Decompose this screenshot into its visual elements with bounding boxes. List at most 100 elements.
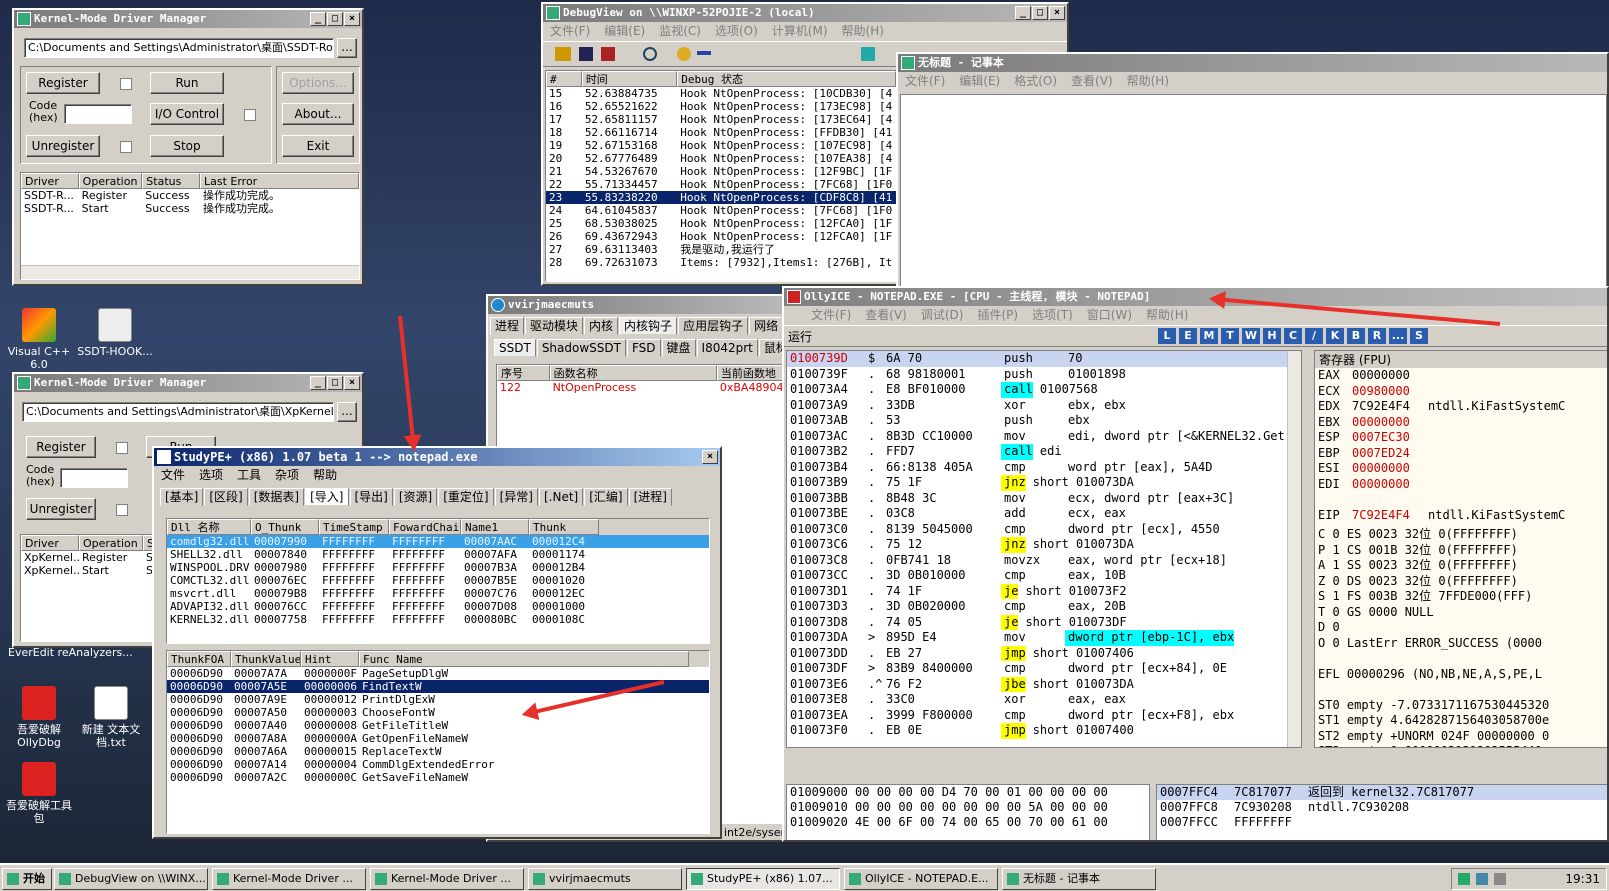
toolbar-12-button[interactable]: S [1410, 328, 1428, 344]
disasm-row[interactable]: 010073F0. EB 0E jmp short 01007400 [787, 723, 1301, 739]
toolbar-7-button[interactable]: / [1305, 328, 1323, 344]
import-dll-list[interactable]: Dll 名称 O_Thunk TimeStamp FowardChain Name1 Th… [166, 518, 710, 644]
taskbar-item[interactable]: OllyICE - NOTEPAD.E... [844, 868, 998, 890]
function-row[interactable]: 00006D90 00007A40 00000008 GetFileTitleW [167, 719, 709, 732]
function-row[interactable]: 00006D90 00007A9E 00000012 PrintDlgExW [167, 693, 709, 706]
close-button[interactable]: × [702, 450, 718, 464]
driver-path-field[interactable]: C:\Documents and Settings\Administrator\… [24, 38, 334, 58]
disasm-row[interactable]: 010073AB. 53 push ebx [787, 413, 1301, 429]
menu-options[interactable]: 选项(O) [715, 24, 758, 38]
toolbar-0-button[interactable]: L [1158, 328, 1176, 344]
dump-row[interactable]: 01009020 4E 00 6F 00 74 00 65 00 70 00 6… [787, 815, 1149, 830]
run-button[interactable]: Run [150, 72, 224, 94]
tab-pe-2[interactable]: [数据表] [248, 488, 305, 506]
stack-row[interactable]: 0007FFC4 7C817077 返回到 kernel32.7C817077 [1157, 785, 1607, 800]
log-row[interactable]: 23 55.83238220 Hook NtOpenProcess: [CDF8C8… [546, 191, 896, 204]
import-function-list[interactable]: ThunkFOA ThunkValue Hint Func Name 00006D90… [166, 650, 710, 834]
disasm-row[interactable]: 010073E8. 33C0 xor eax, eax [787, 692, 1301, 708]
debug-output-list[interactable]: # 时间 Debug 状态 15 52.63884735 Hook NtOpenProc… [545, 70, 897, 282]
register-row[interactable]: EAX 00000000 [1315, 368, 1607, 384]
disasm-row[interactable]: 010073DA >895D E4 mov dword ptr [ebp-1C], e… [787, 630, 1301, 646]
menu-format[interactable]: 格式(O) [1014, 74, 1057, 88]
tray-icon[interactable] [1458, 873, 1470, 885]
function-row[interactable]: 00006D90 00007A2C 0000000C GetSaveFileNameW [167, 771, 709, 784]
menu-plugins[interactable]: 插件(P) [977, 308, 1018, 322]
menu-help[interactable]: 帮助(H) [1146, 308, 1188, 322]
menu-file[interactable]: 文件 [161, 468, 185, 482]
log-row[interactable]: 28 69.72631073 Items: [7932],Items1: [276B… [546, 256, 896, 269]
disassembly-pane[interactable]: 0100739D $6A 70 push 70 0100739F. 68 98180001… [786, 350, 1302, 748]
toolbar-5-button[interactable]: H [1263, 328, 1281, 344]
toolbar-2-button[interactable]: M [1200, 328, 1218, 344]
function-row[interactable]: 00006D90 00007A8A 0000000A GetOpenFileNameW [167, 732, 709, 745]
disasm-row[interactable]: 010073D3. 3D 0B020000 cmp eax, 20B [787, 599, 1301, 615]
tab-keyboard[interactable]: 键盘 [661, 339, 696, 357]
disasm-row[interactable]: 010073BB. 8B48 3C mov ecx, dword ptr [eax+3… [787, 491, 1301, 507]
save-icon[interactable] [579, 47, 593, 61]
dll-row[interactable]: ADVAPI32.dll 000076CC FFFFFFFF FFFFFFFF 0000… [167, 600, 709, 613]
log-row[interactable]: 25 68.53038025 Hook NtOpenProcess: [12FCA0… [546, 217, 896, 230]
log-row[interactable]: 21 54.53267670 Hook NtOpenProcess: [12F9BC… [546, 165, 896, 178]
disasm-row[interactable]: 010073D1. 74 1F je short 010073F2 [787, 583, 1301, 599]
minimize-button[interactable]: _ [310, 12, 326, 26]
desktop-icon-ssdt-hook[interactable]: SSDT-HOOK... [70, 308, 160, 358]
capture-icon[interactable] [677, 47, 691, 61]
stack-pane[interactable]: 0007FFC4 7C817077 返回到 kernel32.7C817077 000… [1156, 784, 1607, 840]
driver-status-list[interactable]: Driver Operation Status Last Error SSDT-R..… [20, 172, 360, 280]
tab-processes[interactable]: 进程 [490, 317, 525, 335]
clear-icon[interactable] [601, 47, 615, 61]
tab-app-hooks[interactable]: 应用层钩子 [678, 317, 749, 335]
menu-edit[interactable]: 编辑(E) [604, 24, 645, 38]
tab-pe-0[interactable]: [基本] [160, 488, 204, 506]
find-icon[interactable] [643, 47, 657, 61]
toolbar-10-button[interactable]: R [1368, 328, 1386, 344]
disasm-row[interactable]: 010073C6. 75 12 jnz short 010073DA [787, 537, 1301, 553]
menu-options[interactable]: 选项 [199, 468, 223, 482]
list-row[interactable]: SSDT-R... Register Success 操作成功完成。 [21, 189, 359, 202]
menu-view[interactable]: 查看(V) [1071, 74, 1113, 88]
tray-icon[interactable] [1494, 873, 1506, 885]
browse-button[interactable]: ... [337, 38, 357, 58]
register-row[interactable]: EBP 0007ED24 [1315, 446, 1607, 462]
tab-kernel[interactable]: 内核 [584, 317, 619, 335]
stack-row[interactable]: 0007FFC8 7C930208 ntdll.7C930208 [1157, 800, 1607, 815]
log-row[interactable]: 27 69.63113403 我是驱动,我运行了 [546, 243, 896, 256]
unregister-checkbox[interactable] [116, 504, 128, 516]
disasm-row[interactable]: 010073B4. 66:8138 405A cmp word ptr [eax], … [787, 460, 1301, 476]
taskbar-item[interactable]: vvirjmaecmuts [528, 868, 682, 890]
options-button[interactable]: Options... [282, 72, 354, 94]
io-checkbox[interactable] [244, 109, 256, 121]
disasm-row[interactable]: 010073B9. 75 1F jnz short 010073DA [787, 475, 1301, 491]
notepad-text-area[interactable] [900, 94, 1607, 288]
dump-row[interactable]: 01009010 00 00 00 00 00 00 00 00 5A 00 0… [787, 800, 1149, 815]
dll-row[interactable]: msvcrt.dll 000079B8 FFFFFFFF FFFFFFFF 00007C… [167, 587, 709, 600]
disasm-row[interactable]: 010073A9. 33DB xor ebx, ebx [787, 398, 1301, 414]
disasm-row[interactable]: 0100739D $6A 70 push 70 [787, 351, 1301, 367]
tab-ssdt[interactable]: SSDT [494, 339, 536, 357]
io-control-button[interactable]: I/O Control [150, 103, 224, 125]
filter-icon[interactable] [861, 47, 875, 61]
register-row[interactable]: EDX 7C92E4F4 ntdll.KiFastSystemC [1315, 399, 1607, 415]
tab-pe-7[interactable]: [异常] [494, 488, 538, 506]
register-row[interactable]: EBX 00000000 [1315, 415, 1607, 431]
menu-computer[interactable]: 计算机(M) [772, 24, 828, 38]
registers-pane[interactable]: 寄存器 (FPU) EAX 00000000 ECX 00980000 EDX 7C92E… [1314, 350, 1607, 748]
arrow-icon[interactable] [697, 51, 711, 55]
dll-row[interactable]: KERNEL32.dll 00007758 FFFFFFFF FFFFFFFF 0000… [167, 613, 709, 626]
disasm-row[interactable]: 010073DF >83B9 8400000 cmp dword ptr [ecx+8… [787, 661, 1301, 677]
function-row[interactable]: 00006D90 00007A7A 0000000F PageSetupDlgW [167, 667, 709, 680]
tab-pe-4[interactable]: [导出] [349, 488, 393, 506]
tab-pe-8[interactable]: [.Net] [539, 488, 584, 506]
log-row[interactable]: 18 52.66116714 Hook NtOpenProcess: [FFDB30… [546, 126, 896, 139]
disasm-row[interactable]: 010073A4. E8 BF010000 call 01007568 [787, 382, 1301, 398]
vertical-scrollbar[interactable] [1287, 351, 1301, 747]
disasm-row[interactable]: 010073D8. 74 05 je short 010073DF [787, 614, 1301, 630]
dump-pane[interactable]: 01009000 00 00 00 00 D4 70 00 01 00 00 0… [786, 784, 1150, 840]
disasm-row[interactable]: 010073C8. 0FB741 18 movzx eax, word ptr [ec… [787, 553, 1301, 569]
stack-row[interactable]: 0007FFCC FFFFFFFF [1157, 815, 1607, 830]
toolbar-3-button[interactable]: T [1221, 328, 1239, 344]
taskbar-item[interactable]: DebugView on \\WINX... [54, 868, 208, 890]
dll-row[interactable]: SHELL32.dll 00007840 FFFFFFFF FFFFFFFF 00007… [167, 548, 709, 561]
disasm-row[interactable]: 010073AC. 8B3D CC10000 mov edi, dword ptr [… [787, 429, 1301, 445]
toolbar-4-button[interactable]: W [1242, 328, 1260, 344]
